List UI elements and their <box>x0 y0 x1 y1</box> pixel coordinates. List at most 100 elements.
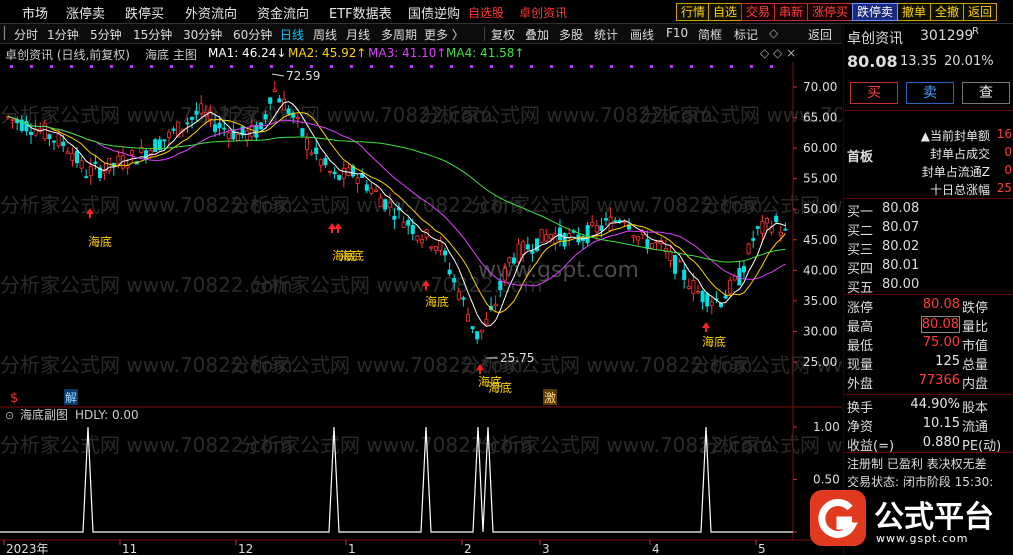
candle-body <box>295 117 300 120</box>
collapse-icon[interactable]: ▏ <box>4 26 13 40</box>
buy-signal-arrow <box>334 223 342 233</box>
candle-body <box>765 218 770 224</box>
candle-body <box>263 114 268 120</box>
candle-body <box>314 147 319 154</box>
menu-watchlist[interactable]: 自选股 <box>468 4 504 21</box>
watchlist-button[interactable]: 自选 <box>708 3 743 21</box>
candle-body <box>217 122 222 129</box>
menu-current-stock[interactable]: 卓创资讯 <box>519 4 567 21</box>
cancel-all-button[interactable]: 全撤 <box>930 3 965 21</box>
bid-price: 80.02 <box>882 239 920 254</box>
period-more[interactable]: 更多 〉 <box>424 26 464 43</box>
query-button[interactable]: 查 <box>962 82 1010 104</box>
candle-body <box>341 167 346 179</box>
period-daily[interactable]: 日线 <box>280 26 304 43</box>
fundamental-label-2: 股本 <box>962 401 989 416</box>
candle-body <box>530 250 535 254</box>
tool-extra[interactable]: ◇ <box>769 26 778 40</box>
period-5min[interactable]: 5分钟 <box>90 26 122 43</box>
kline-chart[interactable]: 分析家公式网 www.70822.com 分析家公式网 www.70822.com… <box>0 62 842 555</box>
candle-body <box>189 117 194 120</box>
ma1-value: MA1: 46.24↓ <box>208 46 287 60</box>
tool-back[interactable]: 返回 <box>808 26 832 43</box>
price-grid: 70.00 65.00 60.00 55.00 50.00 45.00 40.00 35.00… <box>0 62 842 541</box>
menu-repo[interactable]: 国债逆购 <box>408 3 460 22</box>
dot-marker <box>670 65 673 68</box>
fundamental-value: 0.880 <box>922 435 960 450</box>
period-monthly[interactable]: 月线 <box>346 26 370 43</box>
fundamental-label: 换手 <box>847 401 874 416</box>
tool-mark[interactable]: 标记 <box>734 26 758 43</box>
dot-marker <box>510 65 513 68</box>
stat-label: 外盘 <box>847 377 874 392</box>
limit-row: 封单占流通Z 0 <box>844 163 1013 183</box>
quote-button[interactable]: 行情 <box>676 3 711 21</box>
indicator-name[interactable]: 海底 主图 <box>145 46 197 63</box>
candle-body <box>742 266 747 273</box>
tool-stats[interactable]: 统计 <box>594 26 618 43</box>
dot-marker <box>170 65 173 68</box>
period-60min[interactable]: 60分钟 <box>233 26 272 43</box>
period-15min[interactable]: 15分钟 <box>133 26 172 43</box>
x-tick-label: 5 <box>758 542 766 555</box>
menu-limit-down-buy[interactable]: 跌停买 <box>125 3 164 22</box>
dot-marker <box>130 65 133 68</box>
limit-up-buy-button[interactable]: 涨停买 <box>807 3 854 21</box>
limit-row-value: 0 <box>1004 145 1012 159</box>
menu-etf-table[interactable]: ETF数据表 <box>329 3 392 22</box>
limit-down-sell-button[interactable]: 跌停卖 <box>852 3 899 21</box>
stat-row: 外盘 77366 内盘 <box>844 373 1013 393</box>
candle-body <box>56 133 61 147</box>
tool-multi-stock[interactable]: 多股 <box>559 26 583 43</box>
candle-body <box>235 134 240 141</box>
sub-collapse-icon[interactable]: ⊙ <box>5 409 14 422</box>
candle-body <box>447 269 452 275</box>
candle-body <box>456 291 461 300</box>
new-stock-button[interactable]: 串新 <box>774 3 809 21</box>
cancel-order-button[interactable]: 撤单 <box>897 3 932 21</box>
dot-marker <box>710 65 713 68</box>
bid-label: 买三 <box>847 243 874 258</box>
tool-draw-line[interactable]: 画线 <box>630 26 654 43</box>
stat-row: 涨停 80.08 跌停 <box>844 297 1013 317</box>
period-multi[interactable]: 多周期 <box>381 26 417 43</box>
menu-foreign-flow[interactable]: 外资流向 <box>185 3 237 22</box>
fundamental-row: 净资 10.15 流通 <box>844 416 1013 436</box>
dot-marker <box>190 65 193 68</box>
dot-marker <box>530 65 533 68</box>
menu-market[interactable]: 市场 <box>22 3 48 22</box>
candle-body <box>28 131 33 135</box>
period-30min[interactable]: 30分钟 <box>183 26 222 43</box>
candle-body <box>212 124 217 132</box>
candle-body <box>470 326 475 330</box>
chart-settings-icon[interactable]: ◇ ◇ × <box>760 46 796 60</box>
menu-limit-up-sell[interactable]: 涨停卖 <box>66 3 105 22</box>
trade-button[interactable]: 交易 <box>741 3 776 21</box>
sell-button[interactable]: 卖 <box>906 82 954 104</box>
limit-row-value: 25 <box>996 181 1012 195</box>
period-weekly[interactable]: 周线 <box>313 26 337 43</box>
bid-row: 买四 80.01 <box>844 258 1013 278</box>
buy-button[interactable]: 买 <box>850 82 898 104</box>
date-axis: 2023年 11 12 1 2 3 4 5 <box>3 540 766 555</box>
period-tick[interactable]: 分时 <box>14 26 38 43</box>
tool-overlay[interactable]: 叠加 <box>525 26 549 43</box>
tool-f10[interactable]: F10 <box>666 26 688 40</box>
stock-flag: R <box>972 26 979 37</box>
dot-marker <box>390 65 393 68</box>
bid-label: 买一 <box>847 205 874 220</box>
tool-adjust[interactable]: 复权 <box>491 26 515 43</box>
menu-capital-flow[interactable]: 资金流向 <box>257 3 309 22</box>
back-button[interactable]: 返回 <box>963 3 998 21</box>
candle-body <box>10 118 15 121</box>
period-1min[interactable]: 1分钟 <box>47 26 79 43</box>
candle-body <box>93 161 98 164</box>
candle-body <box>686 285 691 289</box>
candle-body <box>631 235 636 238</box>
tool-simple-frame[interactable]: 简框 <box>698 26 722 43</box>
candle-body <box>548 233 553 239</box>
divider <box>844 452 1013 453</box>
candle-body <box>162 139 167 142</box>
stat-value: 75.00 <box>922 335 960 350</box>
top-menu-bar: 市场 涨停卖 跌停买 外资流向 资金流向 ETF数据表 国债逆购 自选股 卓创资… <box>0 0 1013 24</box>
